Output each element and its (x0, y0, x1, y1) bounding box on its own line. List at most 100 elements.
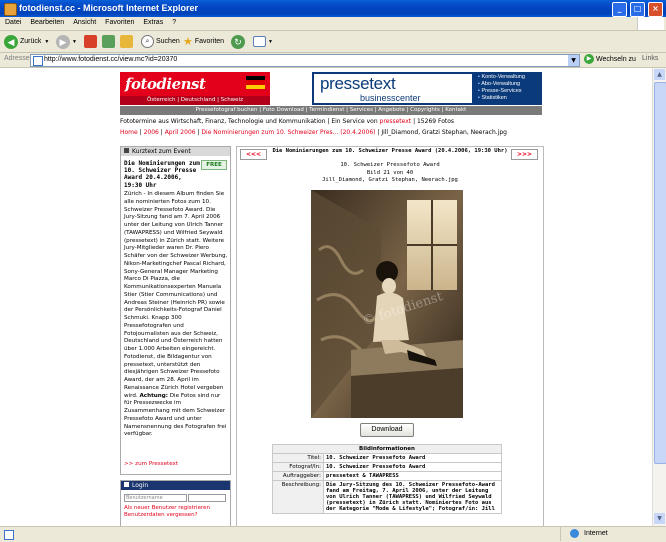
forgot-password-link[interactable]: Benutzerdaten vergessen? (124, 512, 198, 518)
prev-photo-button[interactable]: <<< (240, 149, 267, 160)
close-button[interactable]: × (648, 2, 663, 17)
menu-presse-services[interactable]: Presse-Services (478, 88, 525, 95)
refresh-icon (102, 35, 115, 48)
windows-logo-icon (637, 17, 664, 30)
ie-icon (4, 3, 17, 16)
page-icon (33, 56, 43, 66)
photo-filename: Jill_Diamond, Gratzi Stephan, Neerach.jp… (322, 177, 458, 183)
chevron-down-icon: ▼ (268, 38, 273, 45)
forward-button[interactable]: ▶ ▼ (56, 33, 77, 50)
pressetext-banner[interactable]: pressetext businesscenter Konto-Verwaltu… (312, 72, 542, 105)
refresh-button[interactable] (102, 33, 117, 50)
links-button[interactable]: Links (642, 55, 658, 62)
address-label: Adresse (4, 55, 30, 62)
login-header: Login (121, 481, 230, 490)
photo-image: © fotodienst (311, 190, 463, 418)
menu-konto[interactable]: Konto-Verwaltung (478, 74, 524, 81)
event-description: Zürich - In diesem Album finden Sie alle… (124, 191, 228, 438)
table-row: Titel: 10. Schweizer Pressefoto Award (272, 453, 502, 463)
menu-datei[interactable]: Datei (0, 17, 25, 26)
pressetext-link[interactable]: pressetext (380, 118, 412, 125)
globe-icon (570, 529, 579, 538)
history-button[interactable]: ↻ (231, 33, 247, 50)
box-icon (124, 482, 129, 487)
address-url: http://www.fotodienst.cc/view.mc?id=2037… (44, 56, 178, 63)
german-flag-icon (246, 76, 265, 89)
address-input[interactable]: http://www.fotodienst.cc/view.mc?id=2037… (30, 54, 580, 67)
table-row: Fotograf/In: 10. Schweizer Pressefoto Awa… (272, 462, 502, 472)
search-button[interactable]: ⌕ Suchen (141, 33, 180, 50)
event-title: Die Nominierungen zum 10. Schweizer Pres… (124, 160, 200, 189)
star-icon: ★ (183, 36, 193, 48)
table-row: Beschreibung: Die Jury-Sitzung des 10. Sc… (272, 480, 502, 514)
table-row: Auftraggeber: pressetext & TAWAPRESS (272, 471, 502, 481)
register-link[interactable]: Als neuer Benutzer registrieren (124, 505, 210, 511)
crumb-month[interactable]: April 2006 (165, 129, 196, 136)
history-icon: ↻ (231, 34, 245, 49)
download-button[interactable]: Download (360, 423, 414, 437)
menu-ansicht[interactable]: Ansicht (68, 17, 100, 26)
businesscenter-label: businesscenter (360, 93, 421, 103)
free-badge: FREE (201, 160, 227, 170)
back-button[interactable]: ◀ Zurück ▼ (4, 33, 49, 50)
toolbar: ◀ Zurück ▼ ▶ ▼ ⌕ Suchen ★ Favoriten ↻ ▼ (0, 31, 666, 53)
image-info-header: Bildinformationen (272, 444, 502, 454)
title-bar: fotodienst.cc - Microsoft Internet Explo… (0, 0, 666, 17)
crumb-event[interactable]: Die Nominierungen zum 10. Schweizer Pres… (201, 129, 375, 136)
window-title: fotodienst.cc - Microsoft Internet Explo… (19, 3, 199, 13)
mail-button[interactable]: ▼ (253, 33, 273, 50)
site-nav[interactable]: Pressefotograf buchen | Foto Download | … (120, 106, 542, 115)
album-name: 10. Schweizer Pressefoto Award (340, 162, 440, 168)
login-box: Login Benutzername Als neuer Benutzer re… (120, 480, 231, 526)
page-done-icon (4, 530, 14, 540)
photo-counter: Bild 21 von 40 (366, 169, 414, 176)
home-icon (120, 35, 133, 48)
home-button[interactable] (120, 33, 135, 50)
mail-icon (253, 36, 266, 47)
forward-arrow-icon: ▶ (56, 34, 70, 49)
next-photo-button[interactable]: >>> (511, 149, 538, 160)
status-bar: Internet (0, 526, 666, 542)
password-input[interactable] (188, 494, 226, 502)
main-photo[interactable]: © fotodienst (311, 190, 463, 418)
region-links[interactable]: Österreich | Deutschland | Schweiz (120, 96, 270, 105)
chevron-down-icon[interactable]: ▼ (568, 55, 579, 66)
photo-album-title: Die Nominierungen zum 10. Schweizer Pres… (272, 148, 508, 154)
image-info-table: Bildinformationen Titel: 10. Schweizer Pr… (272, 444, 502, 514)
crumb-year[interactable]: 2006 (144, 129, 159, 136)
menu-bar: Datei Bearbeiten Ansicht Favoriten Extras? (0, 17, 666, 31)
stop-icon (84, 35, 97, 48)
menu-statistiken[interactable]: Statistiken (478, 95, 525, 102)
page-content: fotodienst Österreich | Deutschland | Sc… (0, 68, 666, 526)
security-zone: Internet (584, 530, 608, 537)
scroll-down-icon[interactable]: ▼ (654, 513, 665, 524)
scroll-thumb[interactable] (654, 82, 666, 464)
address-bar: Adresse http://www.fotodienst.cc/view.mc… (0, 53, 666, 68)
search-icon: ⌕ (141, 35, 154, 48)
favorites-button[interactable]: ★ Favoriten (183, 33, 224, 50)
crumb-current: Jill_Diamond, Gratzi Stephan, Neerach.jp… (381, 129, 507, 136)
breadcrumb: Home | 2006 | April 2006 | Die Nominieru… (120, 129, 507, 136)
go-button[interactable]: ▶ Wechseln zu (584, 54, 636, 64)
businesscenter-menu: Konto-Verwaltung Abo-Verwaltung Presse-S… (478, 74, 525, 102)
menu-help[interactable]: ? (167, 17, 180, 26)
tagline: Fototermine aus Wirtschaft, Finanz, Tech… (120, 118, 455, 125)
event-summary-header: Kurztext zum Event (121, 147, 230, 156)
go-arrow-icon: ▶ (584, 54, 594, 64)
fotodienst-banner[interactable]: fotodienst Österreich | Deutschland | Sc… (120, 72, 270, 105)
username-input[interactable]: Benutzername (124, 494, 187, 502)
crumb-home[interactable]: Home (120, 129, 138, 136)
vertical-scrollbar[interactable]: ▲ ▼ (652, 68, 666, 526)
event-summary-box: Kurztext zum Event Die Nominierungen zum… (120, 146, 231, 475)
menu-extras[interactable]: Extras (138, 17, 167, 26)
menu-favoriten[interactable]: Favoriten (100, 17, 138, 26)
minimize-button[interactable]: _ (612, 2, 627, 17)
photo-meta: 10. Schweizer Pressefoto Award Bild 21 v… (267, 162, 513, 185)
menu-bearbeiten[interactable]: Bearbeiten (25, 17, 68, 26)
fotodienst-logo: fotodienst (125, 75, 206, 93)
scroll-up-icon[interactable]: ▲ (654, 69, 665, 80)
stop-button[interactable] (84, 33, 99, 50)
menu-abo[interactable]: Abo-Verwaltung (478, 81, 525, 88)
pressetext-more-link[interactable]: >> zum Pressetext (124, 461, 178, 467)
maximize-button[interactable]: □ (630, 2, 645, 17)
